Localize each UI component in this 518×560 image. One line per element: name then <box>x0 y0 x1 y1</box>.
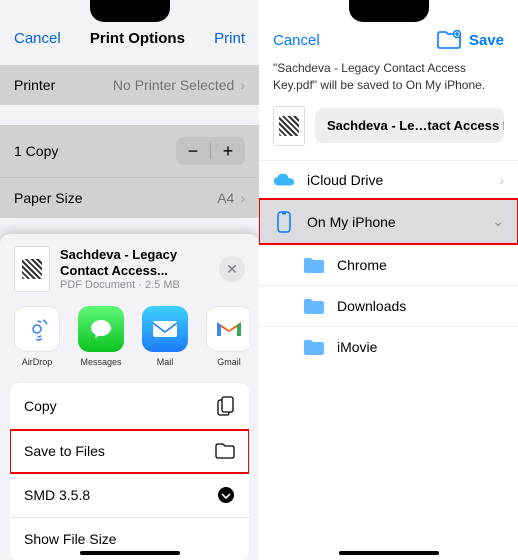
icloud-drive-row[interactable]: iCloud Drive › <box>259 160 518 199</box>
share-sheet: Sachdeva - Legacy Contact Access... PDF … <box>0 234 259 560</box>
share-doc-title: Sachdeva - Legacy Contact Access... <box>60 247 209 280</box>
mail-icon <box>151 319 179 339</box>
home-indicator <box>339 551 439 555</box>
close-icon[interactable]: ✕ <box>219 256 245 282</box>
folder-row-chrome[interactable]: Chrome <box>259 244 518 285</box>
folder-row-imovie[interactable]: iMovie <box>259 326 518 367</box>
gmail-icon <box>214 318 244 340</box>
app-label: AirDrop <box>22 357 53 367</box>
smd-action[interactable]: SMD 3.5.8 <box>10 473 249 518</box>
location-label: iCloud Drive <box>307 172 481 188</box>
cloud-icon <box>273 172 295 188</box>
folder-row-downloads[interactable]: Downloads <box>259 285 518 326</box>
printer-label: Printer <box>14 77 55 93</box>
cancel-button[interactable]: Cancel <box>14 30 61 47</box>
folder-label: Chrome <box>337 257 387 273</box>
action-label: SMD 3.5.8 <box>24 487 90 503</box>
notch <box>349 0 429 22</box>
minus-icon[interactable]: − <box>176 137 210 165</box>
save-message: "Sachdeva - Legacy Contact Access Key.pd… <box>259 60 518 106</box>
save-button[interactable]: Save <box>469 32 504 49</box>
airdrop-icon <box>22 314 52 344</box>
chevron-down-circle-icon <box>217 486 235 504</box>
folder-icon <box>303 338 325 356</box>
copies-row: 1 Copy − + <box>0 125 259 177</box>
copies-stepper[interactable]: − + <box>176 137 245 165</box>
location-label: On My iPhone <box>307 214 474 230</box>
printer-value: No Printer Selected <box>113 77 234 93</box>
document-thumbnail <box>273 106 305 146</box>
messages-icon <box>87 315 115 343</box>
folder-icon <box>303 297 325 315</box>
save-to-files-action[interactable]: Save to Files <box>10 430 249 473</box>
copy-icon <box>217 396 235 416</box>
app-label: Messages <box>80 357 121 367</box>
plus-icon[interactable]: + <box>211 137 245 165</box>
chevron-right-icon: › <box>499 172 504 188</box>
chevron-right-icon: › <box>240 77 245 93</box>
chevron-down-icon: ⌄ <box>492 213 504 230</box>
app-label: Mail <box>157 357 174 367</box>
copy-action[interactable]: Copy <box>10 383 249 430</box>
action-label: Show File Size <box>24 531 117 547</box>
on-my-iphone-row[interactable]: On My iPhone ⌄ <box>259 199 518 244</box>
page-title: Print Options <box>90 30 185 47</box>
mail-app[interactable]: Mail <box>140 306 190 367</box>
printer-row[interactable]: Printer No Printer Selected › <box>0 65 259 105</box>
copies-label: 1 Copy <box>14 143 58 159</box>
folder-icon <box>215 443 235 459</box>
folder-icon <box>303 256 325 274</box>
paper-size-row[interactable]: Paper Size A4 › <box>0 177 259 218</box>
action-label: Save to Files <box>24 443 105 459</box>
print-button[interactable]: Print <box>214 30 245 47</box>
action-label: Copy <box>24 398 57 414</box>
cancel-button[interactable]: Cancel <box>273 32 320 49</box>
app-label: Gmail <box>217 357 241 367</box>
document-thumbnail <box>14 246 50 292</box>
folder-label: iMovie <box>337 339 377 355</box>
notch <box>90 0 170 22</box>
folder-label: Downloads <box>337 298 406 314</box>
paper-label: Paper Size <box>14 190 82 206</box>
airdrop-app[interactable]: AirDrop <box>12 306 62 367</box>
share-doc-meta: PDF Document · 2.5 MB <box>60 279 209 291</box>
home-indicator <box>80 551 180 555</box>
paper-value: A4 <box>217 190 234 206</box>
iphone-icon <box>277 211 291 233</box>
chevron-right-icon: › <box>240 190 245 206</box>
messages-app[interactable]: Messages <box>76 306 126 367</box>
file-name-field[interactable]: Sachdeva - Le…tact Access Key <box>315 108 504 143</box>
new-folder-icon[interactable] <box>437 30 461 50</box>
gmail-app[interactable]: Gmail <box>204 306 249 367</box>
